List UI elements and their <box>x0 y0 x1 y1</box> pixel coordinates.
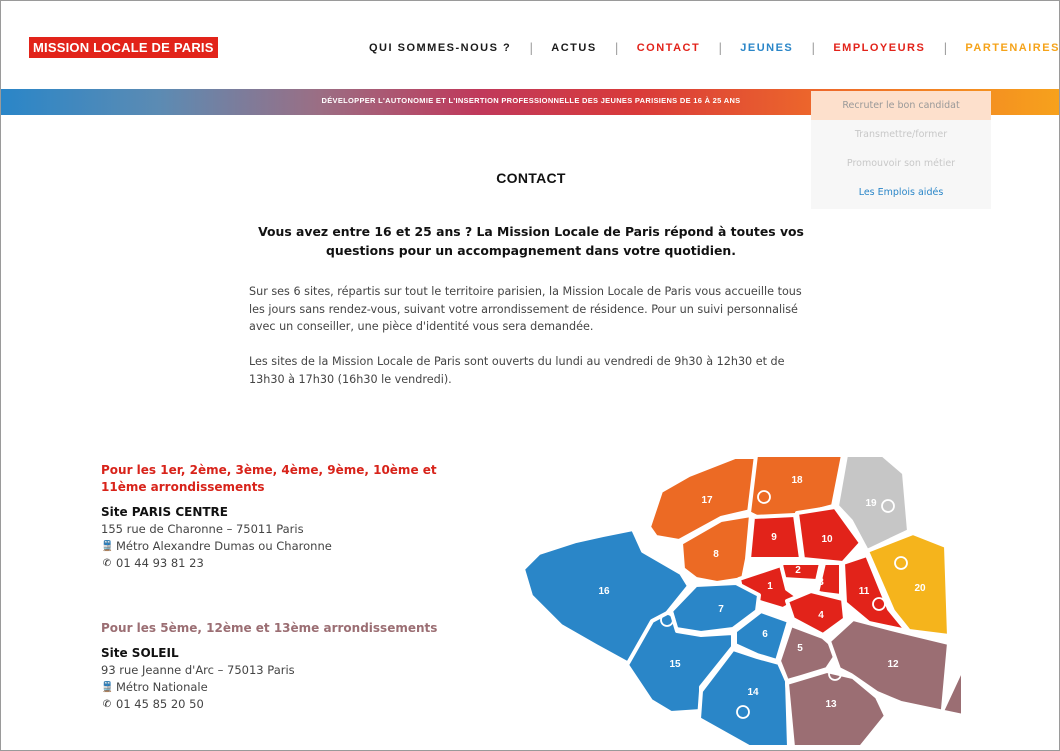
nav-jeunes[interactable]: JEUNES <box>740 42 793 54</box>
label-district-12: 12 <box>887 659 899 670</box>
nav-separator: | <box>718 41 723 55</box>
site-address: 155 rue de Charonne – 75011 Paris <box>101 522 304 536</box>
nav-separator: | <box>943 41 948 55</box>
dropdown-item-recruter[interactable]: Recruter le bon candidat <box>811 91 991 120</box>
metro-text: Métro Alexandre Dumas ou Charonne <box>116 539 332 553</box>
nav-actus[interactable]: ACTUS <box>551 42 596 54</box>
label-district-14: 14 <box>747 687 759 698</box>
paris-arrondissements-map: 16 17 18 19 20 8 9 10 2 1 3 4 11 7 6 15 … <box>521 453 965 749</box>
label-district-13: 13 <box>825 699 837 710</box>
nav-separator: | <box>811 41 816 55</box>
site-name: Site PARIS CENTRE <box>101 505 228 519</box>
label-district-10: 10 <box>821 534 833 545</box>
phone-text[interactable]: 01 44 93 81 23 <box>116 555 204 572</box>
label-district-7: 7 <box>718 604 724 615</box>
metro-text: Métro Nationale <box>116 680 208 694</box>
label-district-3: 3 <box>818 577 824 588</box>
phone-icon: ✆ <box>102 699 112 710</box>
site-logo[interactable]: MISSION LOCALE DE PARIS <box>29 37 218 58</box>
label-district-9: 9 <box>771 532 777 543</box>
nav-partenaires[interactable]: PARTENAIRES <box>965 42 1059 54</box>
label-district-15: 15 <box>669 659 681 670</box>
phone-text[interactable]: 01 45 85 20 50 <box>116 696 204 713</box>
nav-qui-sommes-nous[interactable]: QUI SOMMES-NOUS ? <box>369 42 511 54</box>
label-district-20: 20 <box>914 583 926 594</box>
employeurs-dropdown-menu: Recruter le bon candidat Transmettre/for… <box>811 91 991 209</box>
label-district-17: 17 <box>701 495 713 506</box>
area-heading: Pour les 1er, 2ème, 3ème, 4ème, 9ème, 10… <box>101 463 437 494</box>
site-name: Site SOLEIL <box>101 646 179 660</box>
label-district-18: 18 <box>791 475 803 486</box>
metro-icon: 🚆 <box>101 541 114 552</box>
nav-contact[interactable]: CONTACT <box>637 42 700 54</box>
site-address: 93 rue Jeanne d'Arc – 75013 Paris <box>101 663 295 677</box>
label-district-5: 5 <box>797 643 803 654</box>
nav-employeurs[interactable]: EMPLOYEURS <box>833 42 925 54</box>
site-metro: 🚆 Métro Nationale <box>101 679 481 696</box>
hours-paragraph: Les sites de la Mission Locale de Paris … <box>249 355 785 386</box>
metro-icon: 🚆 <box>101 682 114 693</box>
nav-separator: | <box>614 41 619 55</box>
dropdown-item-transmettre[interactable]: Transmettre/former <box>811 120 991 149</box>
site-phone: ✆ 01 45 85 20 50 <box>101 696 481 713</box>
intro-heading: Vous avez entre 16 et 25 ans ? La Missio… <box>258 224 804 258</box>
label-district-6: 6 <box>762 629 768 640</box>
page-title: CONTACT <box>496 170 566 186</box>
site-phone: ✆ 01 44 93 81 23 <box>101 555 481 572</box>
main-nav: QUI SOMMES-NOUS ? | ACTUS | CONTACT | JE… <box>369 41 1059 55</box>
label-district-1: 1 <box>767 581 773 592</box>
page-frame: MISSION LOCALE DE PARIS QUI SOMMES-NOUS … <box>0 0 1060 751</box>
district-2-shape[interactable] <box>779 561 823 583</box>
label-district-19: 19 <box>865 498 877 509</box>
label-district-8: 8 <box>713 549 719 560</box>
nav-separator: | <box>529 41 534 55</box>
site-paris-centre: Pour les 1er, 2ème, 3ème, 4ème, 9ème, 10… <box>101 462 481 572</box>
label-district-11: 11 <box>859 586 870 597</box>
label-district-16: 16 <box>598 586 610 597</box>
label-district-2: 2 <box>795 565 801 576</box>
phone-icon: ✆ <box>102 558 112 569</box>
label-district-4: 4 <box>818 610 824 621</box>
site-metro: 🚆 Métro Alexandre Dumas ou Charonne <box>101 538 481 555</box>
site-soleil: Pour les 5ème, 12ème et 13ème arrondisse… <box>101 620 481 713</box>
intro-paragraph: Sur ses 6 sites, répartis sur tout le te… <box>249 285 802 333</box>
area-heading: Pour les 5ème, 12ème et 13ème arrondisse… <box>101 621 438 635</box>
